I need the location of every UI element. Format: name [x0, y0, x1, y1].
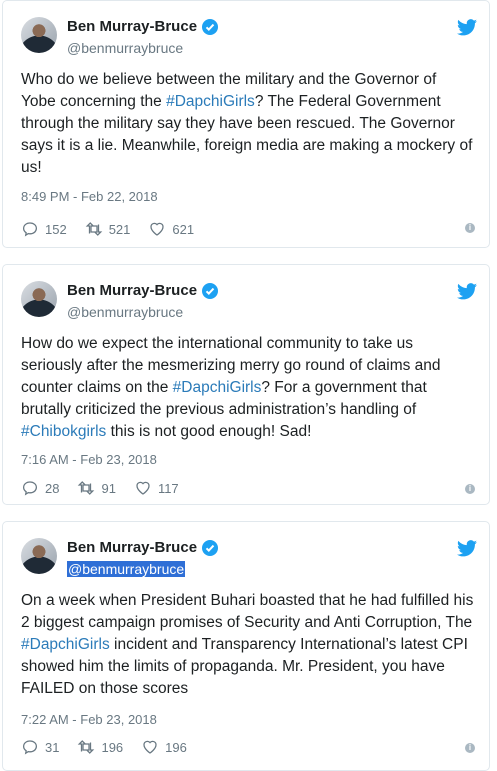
tweet-text: Who do we believe between the military a…	[21, 69, 475, 179]
twitter-bird-icon[interactable]	[457, 540, 477, 557]
like-count: 621	[172, 221, 195, 237]
tweet-text: On a week when President Buhari boasted …	[21, 590, 475, 700]
author-handle[interactable]: @benmurraybruce	[67, 561, 186, 577]
retweet-icon	[78, 740, 95, 754]
tweet-timestamp[interactable]: 7:22 AM - Feb 23, 2018	[21, 712, 157, 727]
retweet-count: 91	[101, 480, 116, 496]
tweet-actions: 31 196 196	[21, 738, 205, 756]
reply-icon	[22, 481, 38, 496]
verified-badge-icon	[202, 18, 219, 35]
author-handle[interactable]: @benmurraybruce	[67, 40, 183, 56]
author-handle[interactable]: @benmurraybruce	[67, 304, 183, 320]
tweet-actions: 152 521 621	[21, 220, 212, 238]
author-name[interactable]: Ben Murray-Bruce	[67, 18, 197, 35]
retweet-icon	[85, 222, 102, 236]
info-icon[interactable]: i	[465, 743, 475, 753]
tweet-timestamp[interactable]: 7:16 AM - Feb 23, 2018	[21, 452, 157, 467]
hashtag-link[interactable]: #DapchiGirls	[166, 93, 255, 110]
retweet-icon	[78, 481, 95, 495]
tweet-card[interactable]: Ben Murray-Bruce @benmurraybruce On a we…	[2, 521, 490, 771]
reply-count: 28	[45, 480, 60, 496]
retweet-button[interactable]: 196	[77, 738, 123, 756]
like-button[interactable]: 196	[141, 738, 187, 756]
tweet-text: How do we expect the international commu…	[21, 333, 475, 443]
retweet-count: 521	[108, 221, 131, 237]
tweet-card[interactable]: Ben Murray-Bruce @benmurraybruce How do …	[2, 264, 490, 505]
reply-count: 152	[45, 221, 67, 237]
avatar[interactable]	[21, 281, 57, 317]
like-button[interactable]: 621	[148, 220, 194, 238]
hashtag-link[interactable]: #DapchiGirls	[173, 379, 262, 396]
avatar[interactable]	[21, 17, 57, 53]
tweet-text-segment: On a week when President Buhari boasted …	[21, 592, 474, 631]
author-name[interactable]: Ben Murray-Bruce	[67, 282, 197, 299]
info-icon[interactable]: i	[465, 223, 475, 233]
retweet-count: 196	[101, 739, 124, 755]
author-name[interactable]: Ben Murray-Bruce	[67, 539, 197, 556]
retweet-button[interactable]: 521	[85, 220, 131, 238]
reply-button[interactable]: 31	[21, 738, 59, 756]
reply-button[interactable]: 152	[21, 220, 67, 238]
like-button[interactable]: 117	[134, 479, 179, 497]
reply-button[interactable]: 28	[21, 479, 59, 497]
tweet-timestamp[interactable]: 8:49 PM - Feb 22, 2018	[21, 189, 158, 204]
verified-badge-icon	[202, 539, 219, 556]
verified-badge-icon	[202, 282, 219, 299]
twitter-bird-icon[interactable]	[457, 283, 477, 300]
tweet-text-segment: this is not good enough! Sad!	[106, 423, 312, 440]
reply-count: 31	[45, 739, 60, 755]
tweet-actions: 28 91 117	[21, 479, 197, 497]
reply-icon	[22, 222, 38, 237]
retweet-button[interactable]: 91	[77, 479, 116, 497]
info-icon[interactable]: i	[465, 484, 475, 494]
heart-icon	[143, 740, 157, 754]
heart-icon	[150, 222, 165, 236]
twitter-bird-icon[interactable]	[457, 19, 477, 36]
hashtag-link[interactable]: #Chibokgirls	[21, 423, 106, 440]
like-count: 196	[165, 739, 187, 755]
heart-icon	[136, 481, 150, 495]
reply-icon	[22, 740, 38, 755]
hashtag-link[interactable]: #DapchiGirls	[21, 636, 110, 653]
tweet-card[interactable]: Ben Murray-Bruce @benmurraybruce Who do …	[2, 0, 490, 248]
like-count: 117	[157, 480, 179, 496]
avatar[interactable]	[21, 538, 57, 574]
